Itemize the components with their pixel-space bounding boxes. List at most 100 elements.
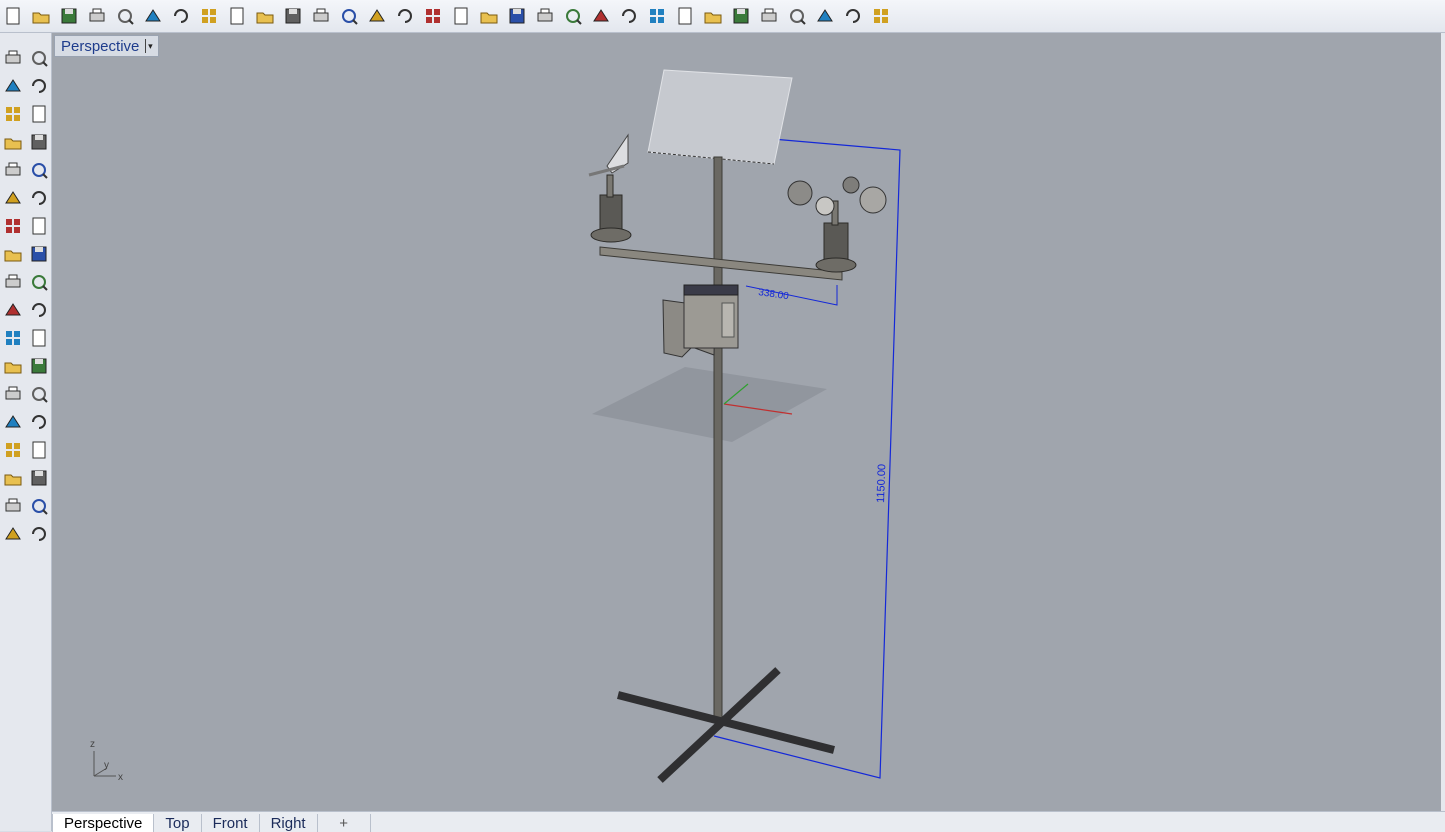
align-icon[interactable] <box>26 465 52 491</box>
zoom-window-icon[interactable] <box>336 3 362 29</box>
mesh-icon[interactable] <box>26 241 52 267</box>
light-bulb-icon[interactable] <box>588 3 614 29</box>
solar-panel <box>647 69 793 165</box>
height-dimension-label: 1150.00 <box>875 464 888 503</box>
anemometer-cup-back <box>842 176 860 194</box>
rotate-view-icon[interactable] <box>280 3 306 29</box>
transform-icon[interactable] <box>0 409 26 435</box>
tab-front[interactable]: Front <box>202 814 260 832</box>
grid-array-icon[interactable] <box>0 465 26 491</box>
edit-icon[interactable] <box>26 409 52 435</box>
split-icon[interactable] <box>0 297 26 323</box>
zoom-selected-icon[interactable] <box>392 3 418 29</box>
point-icon[interactable] <box>26 45 52 71</box>
undo-icon[interactable] <box>224 3 250 29</box>
render-sphere-icon[interactable] <box>756 3 782 29</box>
circle-icon[interactable] <box>0 101 26 127</box>
explode-icon[interactable] <box>0 269 26 295</box>
zoom-previous-icon[interactable] <box>420 3 446 29</box>
vent-grille <box>721 302 735 338</box>
dimension-icon[interactable] <box>840 3 866 29</box>
car-render-icon[interactable] <box>476 3 502 29</box>
add-tab-icon[interactable]: + <box>318 814 371 832</box>
render-tool-icon[interactable] <box>26 521 52 547</box>
copy-icon[interactable] <box>168 3 194 29</box>
rectangle-icon[interactable] <box>26 129 52 155</box>
save-icon[interactable] <box>56 3 82 29</box>
main-toolbar <box>0 0 1445 33</box>
perspective-viewport[interactable]: 338.00 1150.00 z y x Perspective ▾ <box>52 33 1441 811</box>
anemometer-housing <box>823 222 849 264</box>
surface-analysis-icon[interactable] <box>0 521 26 547</box>
open-folder-icon[interactable] <box>28 3 54 29</box>
zoom-icon[interactable] <box>308 3 334 29</box>
corner-axis-x-label: x <box>118 772 123 783</box>
select-arrow-icon[interactable] <box>0 45 26 71</box>
new-file-icon[interactable] <box>0 3 26 29</box>
anemometer-cup-left <box>787 180 813 206</box>
wind-vane-shaft <box>606 174 614 198</box>
ground-plane <box>592 367 827 442</box>
box-icon[interactable] <box>0 213 26 239</box>
control-box-lid <box>683 284 739 296</box>
scene-canvas[interactable]: 338.00 1150.00 z y x <box>52 33 1441 811</box>
check-icon[interactable] <box>26 493 52 519</box>
arc-icon[interactable] <box>0 129 26 155</box>
shaded-sphere-icon[interactable] <box>700 3 726 29</box>
four-viewports-icon[interactable] <box>448 3 474 29</box>
color-wheel-icon[interactable] <box>672 3 698 29</box>
anemometer-base <box>815 257 857 273</box>
viewport-title-label: Perspective <box>61 37 140 55</box>
right-edge <box>1441 33 1445 811</box>
surface-icon[interactable] <box>0 185 26 211</box>
snap-icon[interactable] <box>532 3 558 29</box>
viewport-dropdown-icon[interactable]: ▾ <box>145 39 154 53</box>
layers-icon[interactable] <box>644 3 670 29</box>
corner-axis-z-label: z <box>90 739 95 750</box>
scale-icon[interactable] <box>26 381 52 407</box>
ellipse-icon[interactable] <box>26 101 52 127</box>
boolean-union-icon[interactable] <box>0 325 26 351</box>
project-icon[interactable] <box>0 381 26 407</box>
cylinder-icon[interactable] <box>0 241 26 267</box>
anemometer-cup-right <box>859 186 887 214</box>
points-icon[interactable] <box>560 3 586 29</box>
group-icon[interactable] <box>26 325 52 351</box>
extrude-surface-icon[interactable] <box>26 185 52 211</box>
paste-icon[interactable] <box>196 3 222 29</box>
line-icon[interactable] <box>0 73 26 99</box>
dimension-tool-icon[interactable] <box>26 297 52 323</box>
solid-box-icon[interactable] <box>0 437 26 463</box>
left-toolbar <box>0 33 52 831</box>
layout-icon[interactable] <box>504 3 530 29</box>
fillet-icon[interactable] <box>0 353 26 379</box>
rendered-sphere-icon[interactable] <box>728 3 754 29</box>
wind-vane-base <box>590 227 632 243</box>
tab-right[interactable]: Right <box>260 814 318 832</box>
offset-icon[interactable] <box>26 353 52 379</box>
curve-icon[interactable] <box>26 157 52 183</box>
height-dimension-line <box>713 133 901 779</box>
wind-vane-arm <box>588 164 625 177</box>
import-icon[interactable] <box>112 3 138 29</box>
trim-icon[interactable] <box>26 269 52 295</box>
pen-icon[interactable] <box>0 493 26 519</box>
print-icon[interactable] <box>84 3 110 29</box>
lock-icon[interactable] <box>616 3 642 29</box>
pan-hand-icon[interactable] <box>252 3 278 29</box>
polyline-icon[interactable] <box>26 73 52 99</box>
filter-icon[interactable] <box>784 3 810 29</box>
zoom-extents-icon[interactable] <box>364 3 390 29</box>
tab-perspective[interactable]: Perspective <box>52 814 155 832</box>
help-icon[interactable] <box>868 3 894 29</box>
main-pole <box>713 156 723 723</box>
width-dimension-label: 338.00 <box>758 287 790 302</box>
settings-gear-icon[interactable] <box>812 3 838 29</box>
tab-top[interactable]: Top <box>154 814 202 832</box>
array-icon[interactable] <box>26 437 52 463</box>
anemometer-cup-front <box>815 196 835 216</box>
sphere-icon[interactable] <box>26 213 52 239</box>
polygon-icon[interactable] <box>0 157 26 183</box>
viewport-title[interactable]: Perspective ▾ <box>54 35 160 57</box>
cut-icon[interactable] <box>140 3 166 29</box>
